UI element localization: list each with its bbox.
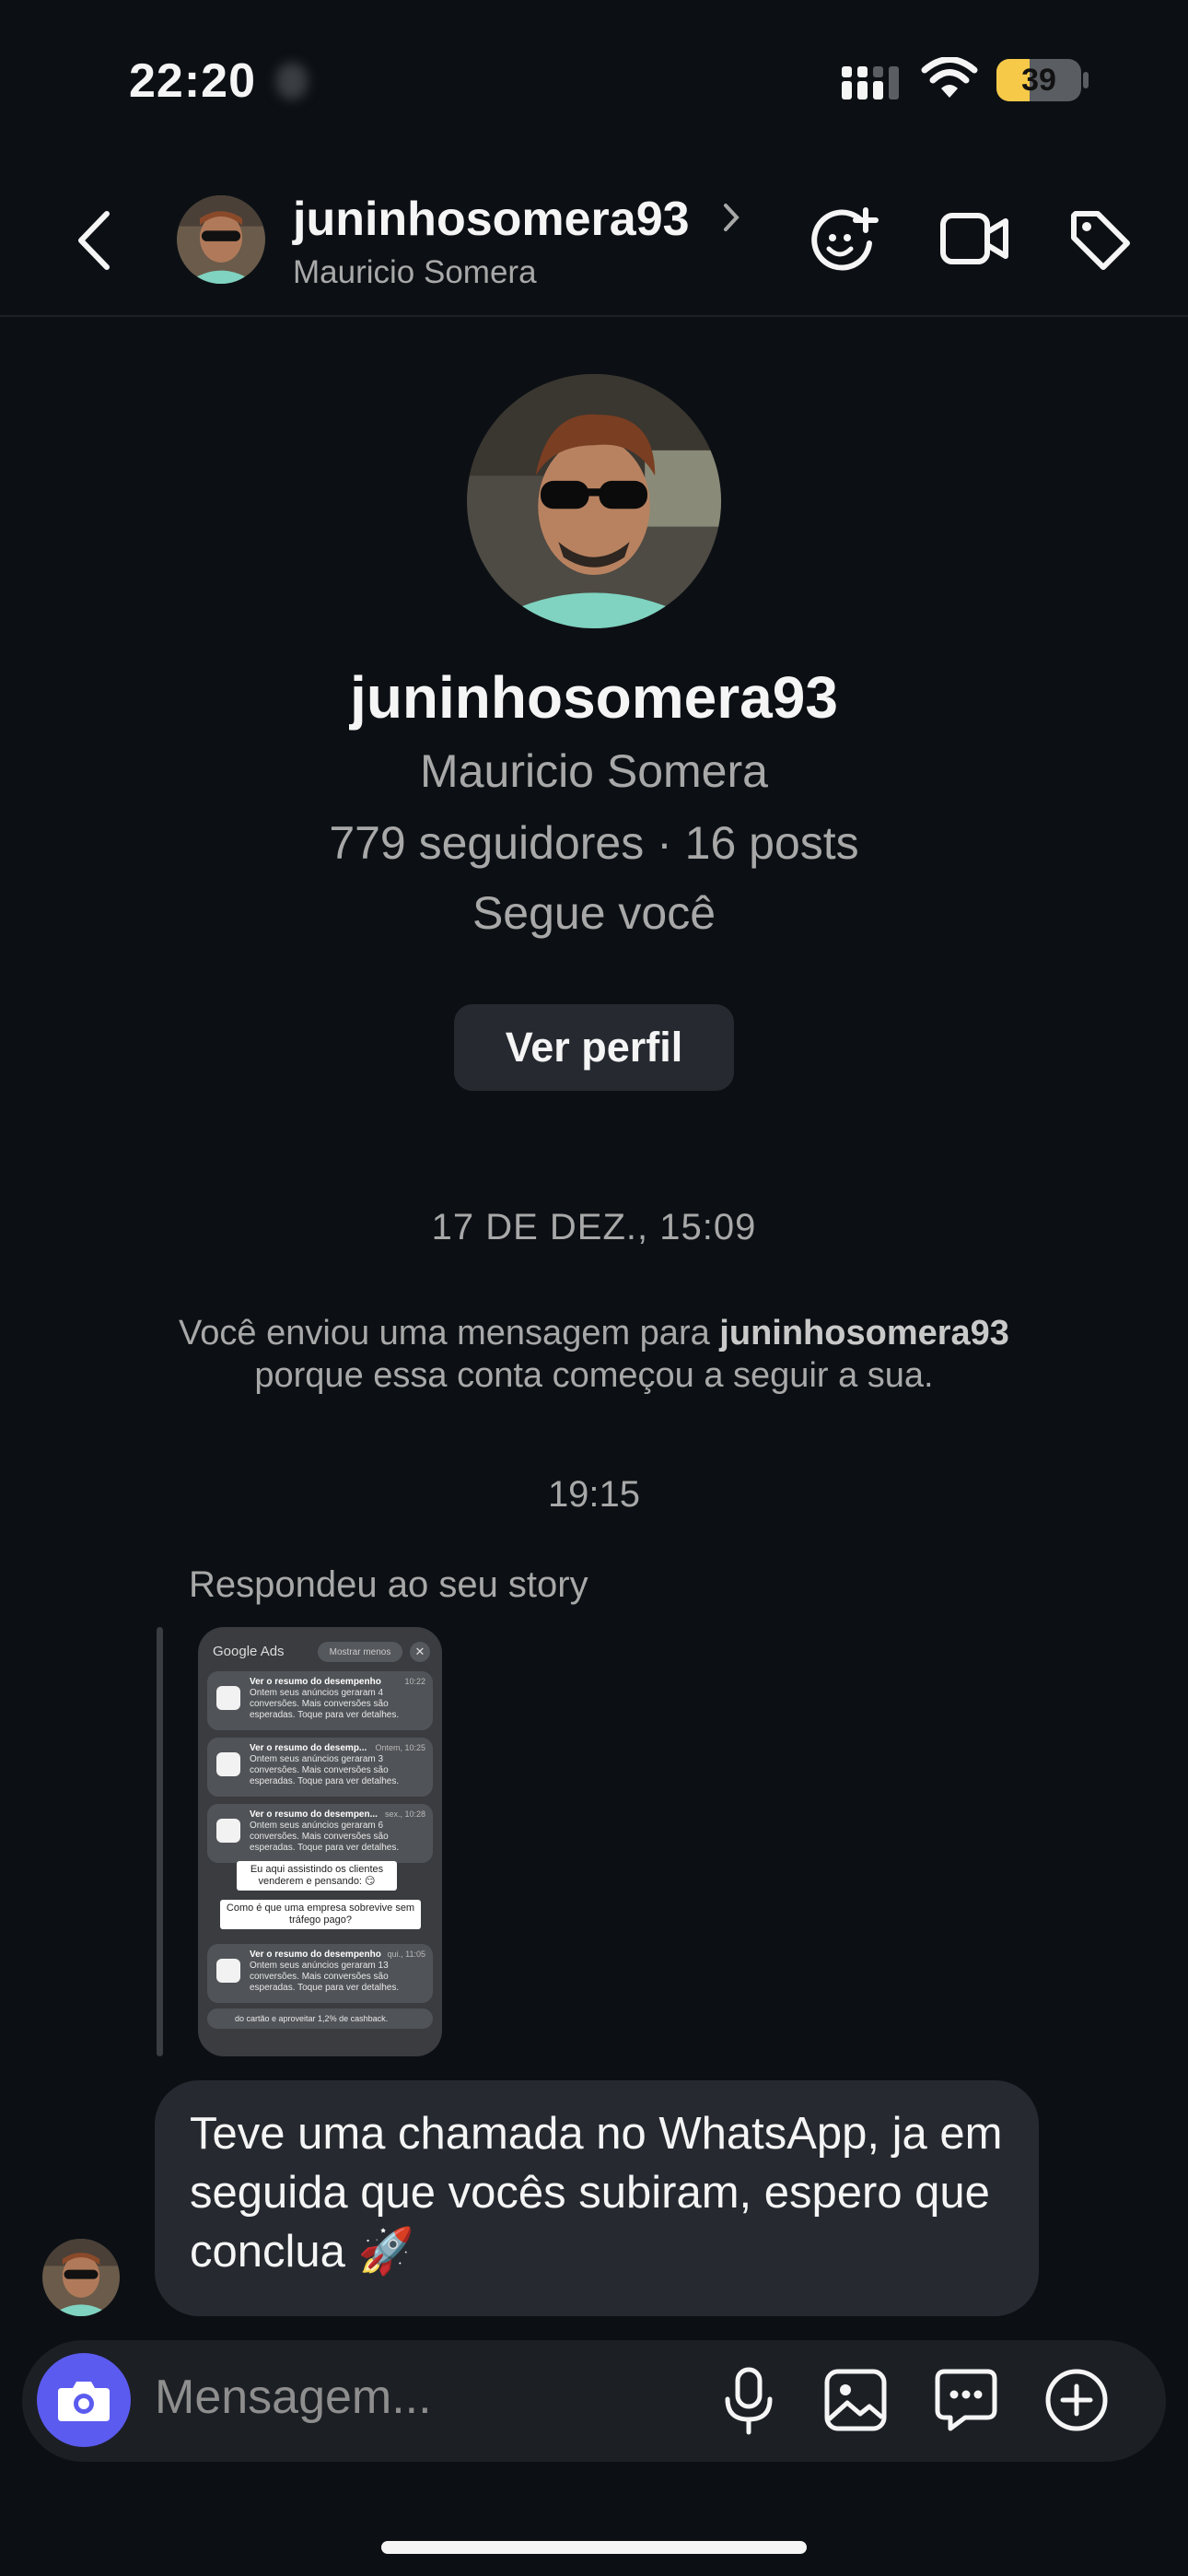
profile-avatar[interactable] [467,374,721,628]
chat-sticker-icon [935,2369,997,2431]
gallery-button[interactable] [823,2368,888,2432]
story-notification: 10:22 Ver o resumo do desempenho Ontem se… [207,1671,433,1730]
system-message: Você enviou uma mensagem para juninhosom… [0,1312,1188,1397]
status-indicator [276,63,308,100]
story-notification: qui., 11:05 Ver o resumo do desempenho On… [207,1944,433,2003]
battery-nub [1083,72,1089,88]
sender-avatar[interactable] [42,2239,120,2316]
story-preview[interactable]: Google Ads Mostrar menos ✕ 10:22 Ver o r… [198,1627,442,2056]
notification-body: Ontem seus anúncios geraram 3 conversões… [250,1754,400,1786]
status-time: 22:20 [129,54,256,108]
notification-title: Ver o resumo do desempenho [250,1677,381,1687]
effects-button[interactable] [810,205,884,275]
microphone-icon [725,2367,773,2435]
back-button[interactable] [76,208,112,273]
story-notification: sex., 10:28 Ver o resumo do desempen... O… [207,1804,433,1863]
follow-status: Segue você [472,887,716,939]
profile-full-name: Mauricio Somera [420,745,768,797]
system-message-prefix: Você enviou uma mensagem para [179,1314,720,1352]
voice-message-button[interactable] [722,2366,775,2436]
header-username[interactable]: juninhosomera93 [293,192,690,247]
notification-body: Ontem seus anúncios geraram 4 conversões… [250,1688,400,1720]
story-footer-text: do cartão e aproveitar 1,2% de cashback. [235,2014,389,2023]
home-indicator[interactable] [381,2541,807,2554]
chevron-right-icon [724,204,740,231]
google-ads-icon [216,1752,240,1776]
notification-body: Ontem seus anúncios geraram 6 conversões… [250,1821,400,1853]
notification-title: Ver o resumo do desemp... [250,1743,367,1753]
wifi-icon [921,57,978,100]
notification-body: Ontem seus anúncios geraram 13 conversõe… [250,1961,400,1993]
plus-circle-icon [1045,2369,1108,2431]
story-sticker-text: Eu aqui assistindo os clientes venderem … [237,1861,397,1891]
image-icon [824,2369,887,2431]
date-separator: 17 DE DEZ., 15:09 [431,1207,757,1247]
story-close-icon: ✕ [410,1642,430,1662]
add-button[interactable] [1044,2368,1109,2432]
chevron-left-icon [78,211,110,270]
battery-indicator: 39 [996,59,1081,101]
camera-icon [58,2382,110,2421]
cellular-signal-icon [842,61,899,100]
system-message-username[interactable]: juninhosomera93 [719,1314,1009,1352]
notification-title: Ver o resumo do desempenho [250,1950,381,1960]
google-ads-icon [216,1959,240,1983]
tag-icon [1071,211,1130,270]
story-app-name: Google Ads [213,1644,285,1659]
notification-title: Ver o resumo do desempen... [250,1809,378,1820]
header-name: Mauricio Somera [293,254,537,290]
google-ads-icon [216,1686,240,1710]
sticker-button[interactable] [934,2368,998,2432]
system-message-suffix: porque essa conta começou a seguir a sua… [254,1356,934,1395]
profile-stats: 779 seguidores · 16 posts [329,817,859,869]
camera-button[interactable] [37,2353,131,2447]
story-footer-notification: do cartão e aproveitar 1,2% de cashback. [207,2008,433,2029]
view-profile-button[interactable]: Ver perfil [454,1004,734,1091]
reply-quote-bar [157,1627,163,2056]
battery-level: 39 [1021,63,1056,98]
message-bubble[interactable]: Teve uma chamada no WhatsApp, ja em segu… [155,2080,1039,2316]
google-ads-icon [216,1819,240,1843]
tag-button[interactable] [1068,208,1133,273]
time-separator: 19:15 [547,1474,641,1515]
header-divider [0,315,1188,317]
profile-username: juninhosomera93 [350,664,838,731]
message-input[interactable]: Mensagem... [155,2370,432,2425]
story-show-less: Mostrar menos [318,1642,402,1662]
header-avatar[interactable] [177,195,265,284]
video-camera-icon [940,213,1008,264]
header-chevron[interactable] [721,201,741,239]
story-reply-label: Respondeu ao seu story [189,1564,588,1605]
video-call-button[interactable] [939,210,1009,267]
story-notification: Ontem, 10:25 Ver o resumo do desemp... On… [207,1738,433,1797]
sticker-face-add-icon [811,207,879,271]
story-sticker-text: Como é que uma empresa sobrevive sem trá… [220,1900,421,1929]
